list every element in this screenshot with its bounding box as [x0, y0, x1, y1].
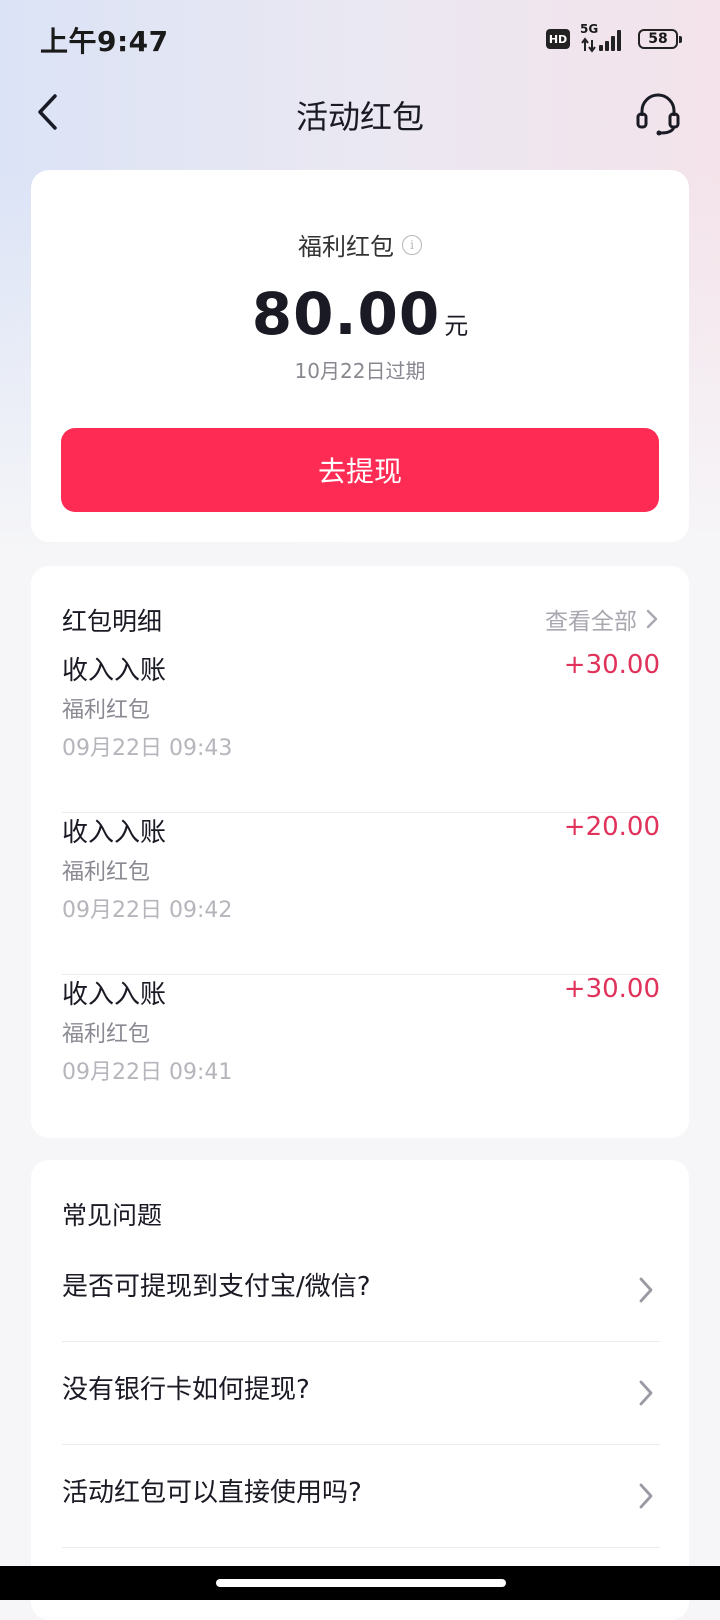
headset-icon [636, 93, 680, 136]
transaction-item[interactable]: 收入入账 福利红包 09月22日 09:41 +30.00 [62, 974, 660, 1136]
home-indicator[interactable] [216, 1579, 506, 1587]
chevron-right-icon [646, 609, 658, 629]
battery-level: 58 [648, 31, 668, 47]
signal-icon: 5G [580, 22, 628, 53]
transaction-time: 09月22日 09:42 [62, 898, 233, 923]
faq-item[interactable]: 没有银行卡如何提现? [62, 1341, 660, 1445]
expiry-date: 10月22日过期 [294, 359, 426, 383]
transaction-source: 福利红包 [62, 1022, 151, 1047]
withdraw-button[interactable]: 去提现 [61, 428, 659, 512]
transaction-type: 收入入账 [62, 818, 167, 848]
balance-amount-row: 80.00 元 [31, 280, 689, 348]
transaction-type: 收入入账 [62, 980, 167, 1010]
transaction-item[interactable]: 收入入账 福利红包 09月22日 09:42 +20.00 [62, 812, 660, 975]
page-title: 活动红包 [295, 98, 424, 136]
faq-question: 活动红包可以直接使用吗? [62, 1478, 362, 1508]
status-time: 上午9:47 [40, 25, 169, 58]
faq-card: 常见问题 是否可提现到支付宝/微信? 没有银行卡如何提现? 活动红包可以直接使用… [31, 1160, 689, 1620]
balance-title: 福利红包 [298, 233, 394, 261]
balance-title-row: 福利红包 i [31, 227, 689, 262]
transaction-item[interactable]: 收入入账 福利红包 09月22日 09:43 +30.00 [62, 650, 660, 813]
nav-bar: 活动红包 [0, 78, 720, 146]
transaction-time: 09月22日 09:43 [62, 736, 233, 761]
details-title: 红包明细 [62, 607, 163, 636]
faq-item[interactable]: 是否可提现到支付宝/微信? [62, 1238, 660, 1342]
info-icon[interactable]: i [402, 234, 422, 255]
chevron-right-icon [632, 1480, 660, 1512]
details-card: 红包明细 查看全部 收入入账 福利红包 09月22日 09:43 +30.00 … [31, 566, 689, 1138]
chevron-right-icon [632, 1377, 660, 1409]
transaction-amount: +20.00 [563, 812, 660, 842]
faq-title: 常见问题 [62, 1201, 163, 1230]
transaction-source: 福利红包 [62, 698, 151, 723]
faq-item[interactable]: 活动红包可以直接使用吗? [62, 1444, 660, 1548]
transaction-amount: +30.00 [563, 650, 660, 680]
balance-amount: 80.00 [251, 280, 441, 348]
customer-service-button[interactable] [634, 90, 682, 138]
balance-unit: 元 [444, 312, 469, 340]
transaction-type: 收入入账 [62, 656, 167, 686]
chevron-right-icon [632, 1274, 660, 1306]
view-all-label: 查看全部 [545, 609, 637, 635]
faq-question: 是否可提现到支付宝/微信? [62, 1272, 371, 1302]
balance-card: 福利红包 i 80.00 元 10月22日过期 去提现 [31, 170, 689, 542]
transaction-time: 09月22日 09:41 [62, 1060, 233, 1085]
transaction-source: 福利红包 [62, 860, 151, 885]
battery-icon: 58 [638, 29, 682, 49]
transaction-amount: +30.00 [563, 974, 660, 1004]
faq-question: 没有银行卡如何提现? [62, 1375, 310, 1405]
gesture-bar [0, 1566, 720, 1600]
status-bar: 上午9:47 HD 5G 58 [0, 0, 720, 78]
view-all-link[interactable]: 查看全部 [545, 602, 659, 636]
hd-icon: HD [546, 29, 570, 49]
status-icons: HD 5G 58 [546, 22, 682, 54]
